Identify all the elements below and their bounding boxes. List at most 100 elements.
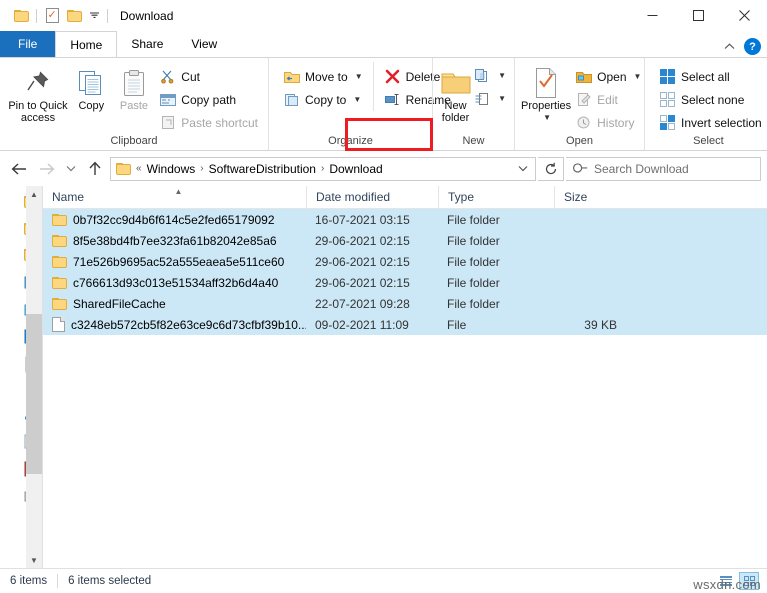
breadcrumb-dropdown-icon[interactable] <box>513 158 533 180</box>
pin-to-quick-access-label-2: access <box>20 112 56 124</box>
history-button[interactable]: History <box>571 111 645 134</box>
pin-to-quick-access-button[interactable]: Pin to Quick access <box>6 62 70 124</box>
select-none-button[interactable]: Select none <box>655 88 766 111</box>
address-bar: « Windows › SoftwareDistribution › Downl… <box>0 151 767 186</box>
file-name: c3248eb572cb5f82e63ce9c6d73cfbf39b10... <box>71 317 306 332</box>
table-row[interactable]: c3248eb572cb5f82e63ce9c6d73cfbf39b10... … <box>43 314 767 335</box>
maximize-button[interactable] <box>675 0 721 31</box>
new-folder-label-2: folder <box>441 112 470 124</box>
navigation-pane-scrollbar[interactable]: ▲ ▼ <box>26 186 42 568</box>
column-header-name[interactable]: Name ▲ <box>43 186 306 209</box>
easy-access-button[interactable]: ▼ <box>472 87 508 110</box>
table-row[interactable]: 0b7f32cc9d4b6f614c5e2fed65179092 16-07-2… <box>43 209 767 230</box>
qat-properties-icon[interactable]: ✓ <box>41 5 63 27</box>
column-header-name-label: Name <box>52 189 85 204</box>
nav-scroll-thumb[interactable] <box>26 314 42 474</box>
properties-icon <box>532 66 560 100</box>
delete-x-icon <box>384 68 401 85</box>
file-type: File folder <box>447 212 500 227</box>
column-header-type[interactable]: Type <box>438 185 554 209</box>
breadcrumb-item-download[interactable]: Download <box>325 159 386 179</box>
properties-caret-icon[interactable]: ▼ <box>543 112 551 124</box>
edit-button[interactable]: Edit <box>571 88 645 111</box>
search-input[interactable]: Search Download <box>594 162 689 176</box>
file-date: 29-06-2021 02:15 <box>315 254 410 269</box>
file-name: c766613d93c013e51534aff32b6d4a40 <box>73 275 279 290</box>
breadcrumb-item-windows[interactable]: Windows <box>143 159 200 179</box>
column-header-type-label: Type <box>448 189 475 204</box>
table-row[interactable]: c766613d93c013e51534aff32b6d4a40 29-06-2… <box>43 272 767 293</box>
file-size: 39 KB <box>584 317 617 332</box>
folder-icon <box>52 255 67 268</box>
table-row[interactable]: 71e526b9695ac52a555eaea5e511ce60 29-06-2… <box>43 251 767 272</box>
ribbon-group-label-organize: Organize <box>328 135 373 147</box>
paste-button[interactable]: Paste <box>113 62 156 112</box>
easy-access-caret-icon[interactable]: ▼ <box>498 94 506 103</box>
move-to-caret-icon[interactable]: ▼ <box>355 72 363 81</box>
select-all-button[interactable]: Select all <box>655 65 766 88</box>
copy-to-caret-icon[interactable]: ▼ <box>353 95 361 104</box>
nav-scroll-down-arrow-icon[interactable]: ▼ <box>26 552 42 568</box>
file-name: 71e526b9695ac52a555eaea5e511ce60 <box>73 254 285 269</box>
help-icon[interactable]: ? <box>744 38 761 55</box>
copy-path-label: Copy path <box>181 92 236 107</box>
close-button[interactable] <box>721 0 767 31</box>
window-title: Download <box>120 8 174 23</box>
new-item-caret-icon[interactable]: ▼ <box>498 71 506 80</box>
new-item-button[interactable]: ▼ <box>472 64 508 87</box>
column-header-date-modified[interactable]: Date modified <box>306 185 438 209</box>
organize-col-1: Move to ▼ Copy to ▼ <box>279 62 367 111</box>
copy-to-button[interactable]: Copy to ▼ <box>279 88 367 111</box>
navigation-pane[interactable]: ▲ ▼ <box>0 186 43 568</box>
qat-new-folder-icon[interactable] <box>63 5 85 27</box>
open-button[interactable]: Open ▼ <box>571 65 645 88</box>
refresh-button[interactable] <box>538 156 564 181</box>
paste-label: Paste <box>119 100 149 112</box>
breadcrumb[interactable]: « Windows › SoftwareDistribution › Downl… <box>110 156 536 181</box>
sort-ascending-icon: ▲ <box>174 186 183 196</box>
copy-label: Copy <box>78 100 105 112</box>
new-folder-button[interactable]: New folder <box>439 62 472 124</box>
nav-scroll-up-arrow-icon[interactable]: ▲ <box>26 186 42 202</box>
recent-locations-button[interactable] <box>62 156 80 182</box>
table-row[interactable]: SharedFileCache 22-07-2021 09:28 File fo… <box>43 293 767 314</box>
breadcrumb-overflow-icon[interactable]: « <box>135 163 143 174</box>
file-date: 22-07-2021 09:28 <box>315 296 410 311</box>
qat-dropdown-caret-icon[interactable] <box>85 5 103 27</box>
tab-home[interactable]: Home <box>55 31 118 57</box>
column-header-size-label: Size <box>564 189 588 204</box>
minimize-button[interactable] <box>629 0 675 31</box>
search-box[interactable]: Search Download <box>566 156 761 181</box>
invert-selection-button[interactable]: Invert selection <box>655 111 766 134</box>
new-folder-label-1: New <box>444 100 467 112</box>
move-to-button[interactable]: Move to ▼ <box>279 65 367 88</box>
copy-to-icon <box>283 91 300 108</box>
invert-selection-label: Invert selection <box>681 115 762 130</box>
column-header-size[interactable]: Size <box>554 185 626 209</box>
qat-divider-2 <box>107 8 108 23</box>
tab-share[interactable]: Share <box>117 31 177 57</box>
scissors-icon <box>159 68 176 85</box>
qat-folder-icon[interactable] <box>10 5 32 27</box>
folder-icon <box>52 213 67 226</box>
tab-file[interactable]: File <box>0 31 56 57</box>
tab-view[interactable]: View <box>177 31 231 57</box>
copy-path-button[interactable]: Copy path <box>155 88 262 111</box>
watermark: wsxdn.com <box>693 577 761 592</box>
qat-divider <box>36 8 37 23</box>
back-button[interactable] <box>6 156 32 182</box>
collapse-ribbon-icon[interactable] <box>722 40 736 54</box>
file-date: 29-06-2021 02:15 <box>315 233 410 248</box>
search-icon <box>570 158 591 179</box>
forward-button[interactable] <box>34 156 60 182</box>
open-caret-icon[interactable]: ▼ <box>634 72 642 81</box>
up-button[interactable] <box>82 156 108 182</box>
quick-access-toolbar: ✓ <box>0 5 112 27</box>
table-row[interactable]: 8f5e38bd4fb7ee323fa61b82042e85a6 29-06-2… <box>43 230 767 251</box>
paste-shortcut-button[interactable]: Paste shortcut <box>155 111 262 134</box>
copy-button[interactable]: Copy <box>70 62 113 112</box>
file-icon <box>52 317 65 332</box>
properties-button[interactable]: Properties ▼ <box>521 62 571 124</box>
breadcrumb-item-softwaredistribution[interactable]: SoftwareDistribution <box>205 159 320 179</box>
cut-button[interactable]: Cut <box>155 65 262 88</box>
